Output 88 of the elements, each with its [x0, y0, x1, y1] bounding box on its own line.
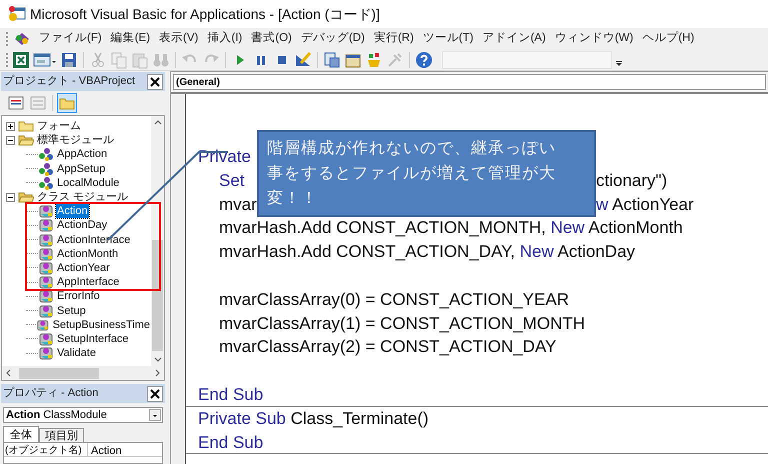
object-name: Action — [6, 408, 40, 423]
tab[interactable]: 項目別 — [39, 428, 84, 442]
tab[interactable]: 全体 — [3, 426, 39, 442]
class-module-icon — [38, 274, 54, 290]
scroll-up-icon[interactable] — [154, 120, 162, 125]
class-module-icon — [38, 345, 54, 362]
class-module-icon — [38, 232, 54, 248]
object-dropdown[interactable]: (General) — [173, 74, 766, 90]
module-icon — [38, 160, 54, 177]
object-browser-icon[interactable] — [365, 50, 383, 68]
tree-item[interactable]: SetupInterface — [56, 332, 130, 346]
object-dropdown[interactable]: Action ClassModule — [3, 407, 163, 423]
tree-item[interactable]: Setup — [56, 304, 87, 318]
menu-item[interactable]: 編集(E) — [110, 30, 150, 48]
code-line: End Sub — [198, 432, 264, 454]
scroll-down-icon[interactable] — [154, 357, 162, 362]
menu-item[interactable]: ファイル(F) — [39, 30, 102, 48]
object-name: (General) — [176, 76, 220, 90]
property-value[interactable]: Action — [88, 443, 122, 456]
code-line: Private Sub Class_Terminate() — [198, 408, 429, 430]
class-module-icon — [38, 288, 54, 304]
property-name: (オブジェクト名) — [4, 443, 88, 456]
code-line: mvarHash.Add CONST_ACTION_DAY, New ActionDay — [218, 241, 636, 264]
menu-item[interactable]: ウィンドウ(W) — [554, 30, 634, 48]
app-icon — [8, 5, 26, 23]
help-icon[interactable] — [415, 50, 433, 68]
toolbar-grip-icon — [6, 52, 9, 68]
class-module-icon — [38, 330, 54, 347]
tree-item[interactable]: クラス モジュール — [36, 190, 130, 204]
tree-item[interactable]: Validate — [56, 346, 97, 360]
code-line: mvarClassArray(1) = CONST_ACTION_MONTH — [218, 312, 586, 335]
tree-item[interactable]: AppAction — [56, 147, 108, 162]
code-line: mvarClassArray(2) = CONST_ACTION_DAY — [218, 336, 556, 358]
expander-icon[interactable] — [6, 136, 15, 145]
menu-item[interactable]: ツール(T) — [422, 30, 474, 48]
menu-item[interactable]: ヘルプ(H) — [642, 30, 694, 48]
excel-icon[interactable] — [12, 50, 30, 68]
scroll-left-icon[interactable] — [6, 369, 11, 377]
class-module-icon — [38, 203, 54, 220]
module-icon — [38, 146, 54, 162]
tree-item[interactable]: 標準モジュール — [36, 133, 115, 148]
code-line: mvarClassArray(0) = CONST_ACTION_YEAR — [218, 288, 569, 311]
close-button[interactable] — [147, 386, 163, 402]
class-module-icon — [38, 246, 54, 262]
menu-item[interactable]: 挿入(I) — [207, 30, 242, 48]
tree-item[interactable]: ActionDay — [56, 218, 108, 232]
code-line: Set — [218, 170, 245, 192]
scrollbar[interactable] — [2, 366, 164, 380]
code-line: mvar — [218, 194, 257, 216]
menu-item[interactable]: デバッグ(D) — [300, 30, 365, 48]
tree-item[interactable]: ActionYear — [56, 260, 111, 275]
code-line: Private — [198, 146, 251, 168]
tree-item[interactable]: ActionInterface — [56, 232, 132, 247]
expander-icon[interactable] — [6, 192, 15, 202]
panel-title: プロパティ - Action — [3, 386, 98, 402]
close-button[interactable] — [147, 74, 163, 90]
class-module-icon — [38, 302, 54, 319]
callout-note: 階層構成が作れないので、継承っぽい 事をするとファイルが増えて管理が大 変！！ — [257, 130, 596, 217]
tree-item[interactable]: ErrorInfo — [56, 289, 101, 304]
menu-item[interactable]: 表示(V) — [159, 30, 198, 48]
tree-item[interactable]: LocalModule — [56, 176, 120, 190]
tree-item[interactable]: SetupBusinessTime — [52, 318, 151, 332]
code-fragment: w ActionYear — [596, 194, 694, 216]
code-line: mvarHash.Add CONST_ACTION_MONTH, New ActionMonth — [218, 217, 683, 240]
menu-item[interactable]: 書式(O) — [251, 30, 292, 48]
module-icon — [38, 174, 54, 191]
class-module-icon — [38, 260, 54, 276]
expander-icon[interactable] — [6, 122, 15, 131]
project-explorer-icon[interactable] — [323, 50, 341, 68]
tree-item[interactable]: フォーム — [36, 119, 82, 134]
tree-item[interactable]: AppInterface — [56, 275, 120, 290]
toolbar-grip-icon — [6, 30, 9, 46]
menu-item[interactable]: 実行(R) — [374, 30, 414, 48]
object-type: ClassModule — [43, 408, 107, 423]
tree-item[interactable]: ActionMonth — [56, 246, 120, 261]
menu-item[interactable]: アドイン(A) — [482, 30, 546, 48]
code-line: End Sub — [198, 384, 264, 406]
save-icon[interactable] — [60, 50, 78, 68]
ruler-pencil-icon[interactable] — [294, 50, 312, 68]
class-module-icon — [38, 217, 54, 234]
panel-title: プロジェクト - VBAProject — [3, 74, 136, 90]
tree-item[interactable]: AppSetup — [56, 162, 106, 176]
form-icon[interactable] — [33, 50, 57, 68]
tree-item[interactable]: Action — [56, 204, 89, 218]
code-fragment: ctionary") — [596, 170, 668, 192]
scroll-right-icon[interactable] — [155, 369, 160, 377]
scrollbar[interactable] — [151, 116, 164, 366]
window-title: Microsoft Visual Basic for Applications - [Action (コード)] — [30, 4, 380, 24]
